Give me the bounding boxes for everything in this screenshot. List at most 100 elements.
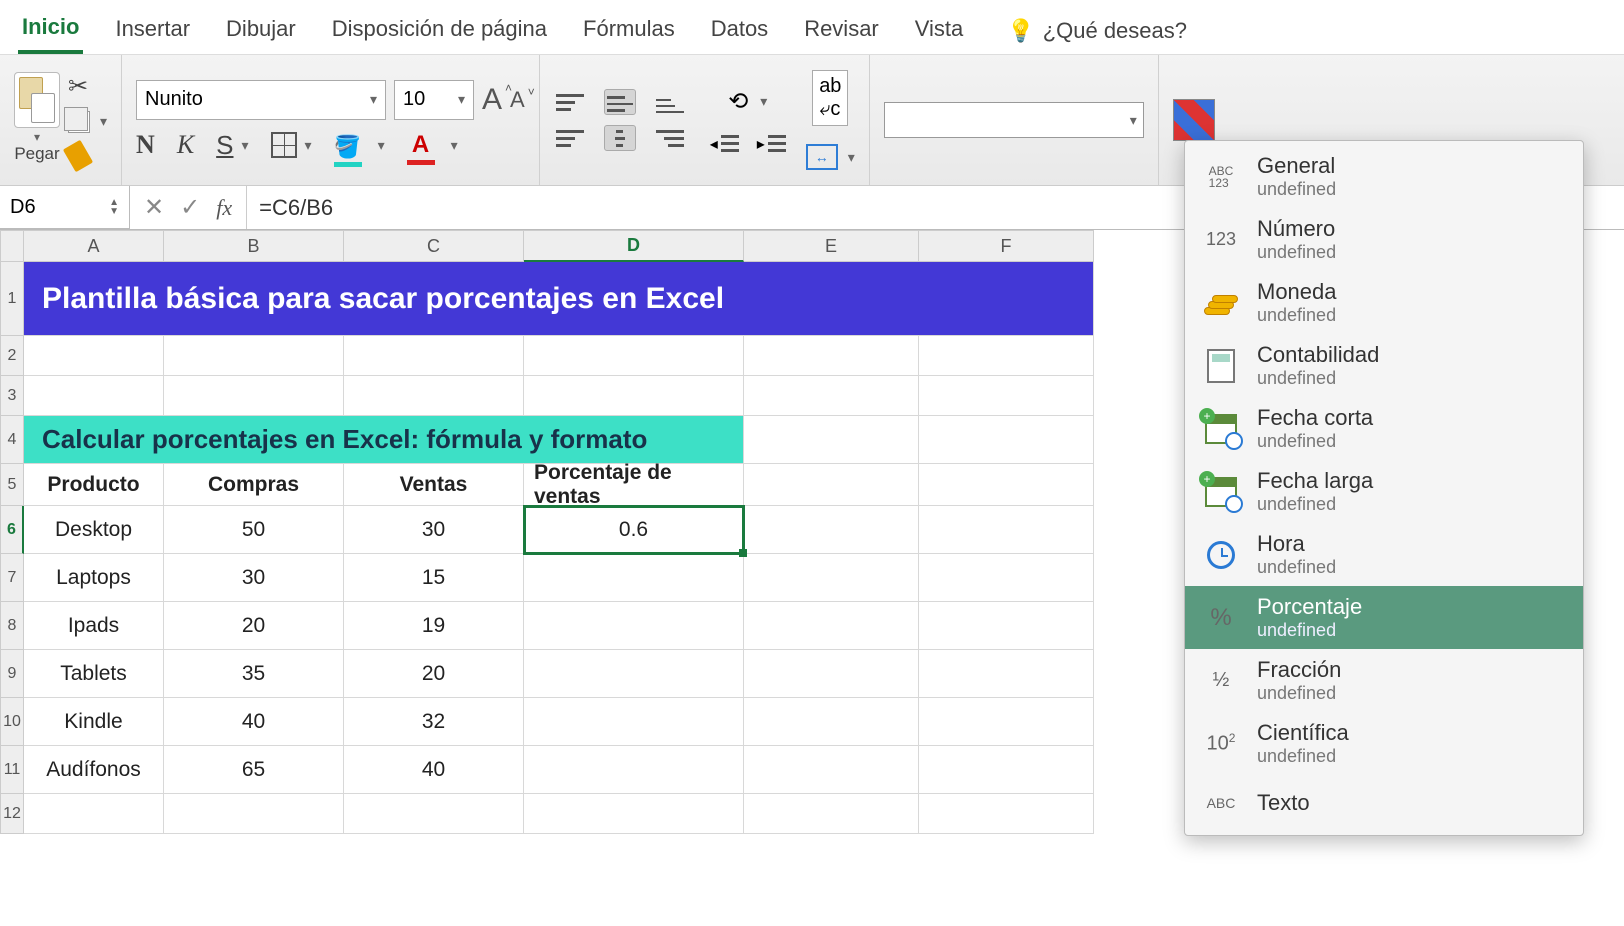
orientation-button[interactable]: ⟲ (728, 87, 748, 116)
cell-C12[interactable] (344, 794, 524, 834)
ribbon-tab-revisar[interactable]: Revisar (800, 10, 883, 52)
title-cell[interactable]: Plantilla básica para sacar porcentajes … (24, 262, 1094, 336)
borders-button[interactable] (271, 132, 297, 158)
cell-C7[interactable]: 15 (344, 554, 524, 602)
column-header-B[interactable]: B (164, 230, 344, 262)
numfmt-option-texto[interactable]: ABCTexto (1185, 775, 1583, 831)
numfmt-option-fracción[interactable]: ½Fracciónundefined (1185, 649, 1583, 712)
row-header-6[interactable]: 6 (0, 506, 24, 554)
tell-me-search[interactable]: 💡¿Qué deseas? (1007, 18, 1187, 44)
cell-A10[interactable]: Kindle (24, 698, 164, 746)
numfmt-option-fecha-larga[interactable]: +Fecha largaundefined (1185, 460, 1583, 523)
cell-E12[interactable] (744, 794, 919, 834)
row-header-10[interactable]: 10 (0, 698, 24, 746)
accept-formula-button[interactable]: ✓ (180, 193, 200, 222)
cell-F9[interactable] (919, 650, 1094, 698)
cell-D6[interactable]: 0.6 (524, 506, 744, 554)
row-header-5[interactable]: 5 (0, 464, 24, 506)
format-painter-button[interactable] (68, 143, 107, 169)
cut-button[interactable]: ✂ (68, 72, 107, 101)
cell-A6[interactable]: Desktop (24, 506, 164, 554)
ribbon-tab-fórmulas[interactable]: Fórmulas (579, 10, 679, 52)
numfmt-option-hora[interactable]: Horaundefined (1185, 523, 1583, 586)
table-header-0[interactable]: Producto (24, 464, 164, 506)
fill-color-button[interactable]: 🪣 (334, 130, 362, 161)
cell-C6[interactable]: 30 (344, 506, 524, 554)
cell-F6[interactable] (919, 506, 1094, 554)
cell-E6[interactable] (744, 506, 919, 554)
cell-B9[interactable]: 35 (164, 650, 344, 698)
cell-F5[interactable] (919, 464, 1094, 506)
cell-C9[interactable]: 20 (344, 650, 524, 698)
wrap-text-button[interactable]: ab⤶c (812, 70, 848, 126)
table-header-2[interactable]: Ventas (344, 464, 524, 506)
paste-dropdown-arrow[interactable]: ▾ (14, 130, 60, 144)
cell-E10[interactable] (744, 698, 919, 746)
cell-B8[interactable]: 20 (164, 602, 344, 650)
cancel-formula-button[interactable]: ✕ (144, 193, 164, 222)
cell-C3[interactable] (344, 376, 524, 416)
cell-B10[interactable]: 40 (164, 698, 344, 746)
cell-C11[interactable]: 40 (344, 746, 524, 794)
bold-button[interactable]: N (136, 130, 155, 160)
align-left-button[interactable] (554, 125, 586, 151)
cell-A7[interactable]: Laptops (24, 554, 164, 602)
ribbon-tab-vista[interactable]: Vista (911, 10, 968, 52)
cell-F12[interactable] (919, 794, 1094, 834)
column-header-D[interactable]: D (524, 230, 744, 262)
increase-indent-button[interactable]: ▸ (757, 134, 786, 154)
cell-A9[interactable]: Tablets (24, 650, 164, 698)
cell-B6[interactable]: 50 (164, 506, 344, 554)
column-header-E[interactable]: E (744, 230, 919, 262)
cell-F3[interactable] (919, 376, 1094, 416)
cell-A3[interactable] (24, 376, 164, 416)
cell-E11[interactable] (744, 746, 919, 794)
subtitle-cell[interactable]: Calcular porcentajes en Excel: fórmula y… (24, 416, 744, 464)
numfmt-option-fecha-corta[interactable]: +Fecha cortaundefined (1185, 397, 1583, 460)
cell-E5[interactable] (744, 464, 919, 506)
font-size-select[interactable]: 10▾ (394, 80, 474, 120)
column-header-A[interactable]: A (24, 230, 164, 262)
cell-D9[interactable] (524, 650, 744, 698)
paste-icon[interactable] (14, 72, 60, 128)
cell-A12[interactable] (24, 794, 164, 834)
table-header-3[interactable]: Porcentaje de ventas (524, 464, 744, 506)
italic-button[interactable]: K (177, 130, 194, 160)
cell-F2[interactable] (919, 336, 1094, 376)
numfmt-option-moneda[interactable]: Monedaundefined (1185, 271, 1583, 334)
align-right-button[interactable] (654, 125, 686, 151)
cell-B12[interactable] (164, 794, 344, 834)
ribbon-tab-datos[interactable]: Datos (707, 10, 772, 52)
cell-D10[interactable] (524, 698, 744, 746)
row-header-12[interactable]: 12 (0, 794, 24, 834)
fx-icon[interactable]: fx (216, 195, 232, 221)
number-format-select[interactable]: ▾ (884, 102, 1144, 138)
numfmt-option-científica[interactable]: 102Científicaundefined (1185, 712, 1583, 775)
cell-E3[interactable] (744, 376, 919, 416)
cell-F11[interactable] (919, 746, 1094, 794)
font-name-select[interactable]: Nunito▾ (136, 80, 386, 120)
align-center-button[interactable] (604, 125, 636, 151)
row-header-8[interactable]: 8 (0, 602, 24, 650)
cell-F7[interactable] (919, 554, 1094, 602)
cell-D12[interactable] (524, 794, 744, 834)
cell-C10[interactable]: 32 (344, 698, 524, 746)
row-header-9[interactable]: 9 (0, 650, 24, 698)
numfmt-option-número[interactable]: 123Númeroundefined (1185, 208, 1583, 271)
ribbon-tab-dibujar[interactable]: Dibujar (222, 10, 300, 52)
cell-E9[interactable] (744, 650, 919, 698)
cell-F10[interactable] (919, 698, 1094, 746)
ribbon-tab-disposición-de-página[interactable]: Disposición de página (328, 10, 551, 52)
cell-B3[interactable] (164, 376, 344, 416)
table-header-1[interactable]: Compras (164, 464, 344, 506)
row-header-2[interactable]: 2 (0, 336, 24, 376)
cell-D8[interactable] (524, 602, 744, 650)
cell-C2[interactable] (344, 336, 524, 376)
cell-E7[interactable] (744, 554, 919, 602)
decrease-font-button[interactable]: A˅ (510, 87, 525, 113)
row-header-1[interactable]: 1 (0, 262, 24, 336)
cell-E8[interactable] (744, 602, 919, 650)
decrease-indent-button[interactable]: ◂ (710, 134, 739, 154)
align-top-button[interactable] (554, 89, 586, 115)
increase-font-button[interactable]: A˄ (482, 83, 502, 117)
